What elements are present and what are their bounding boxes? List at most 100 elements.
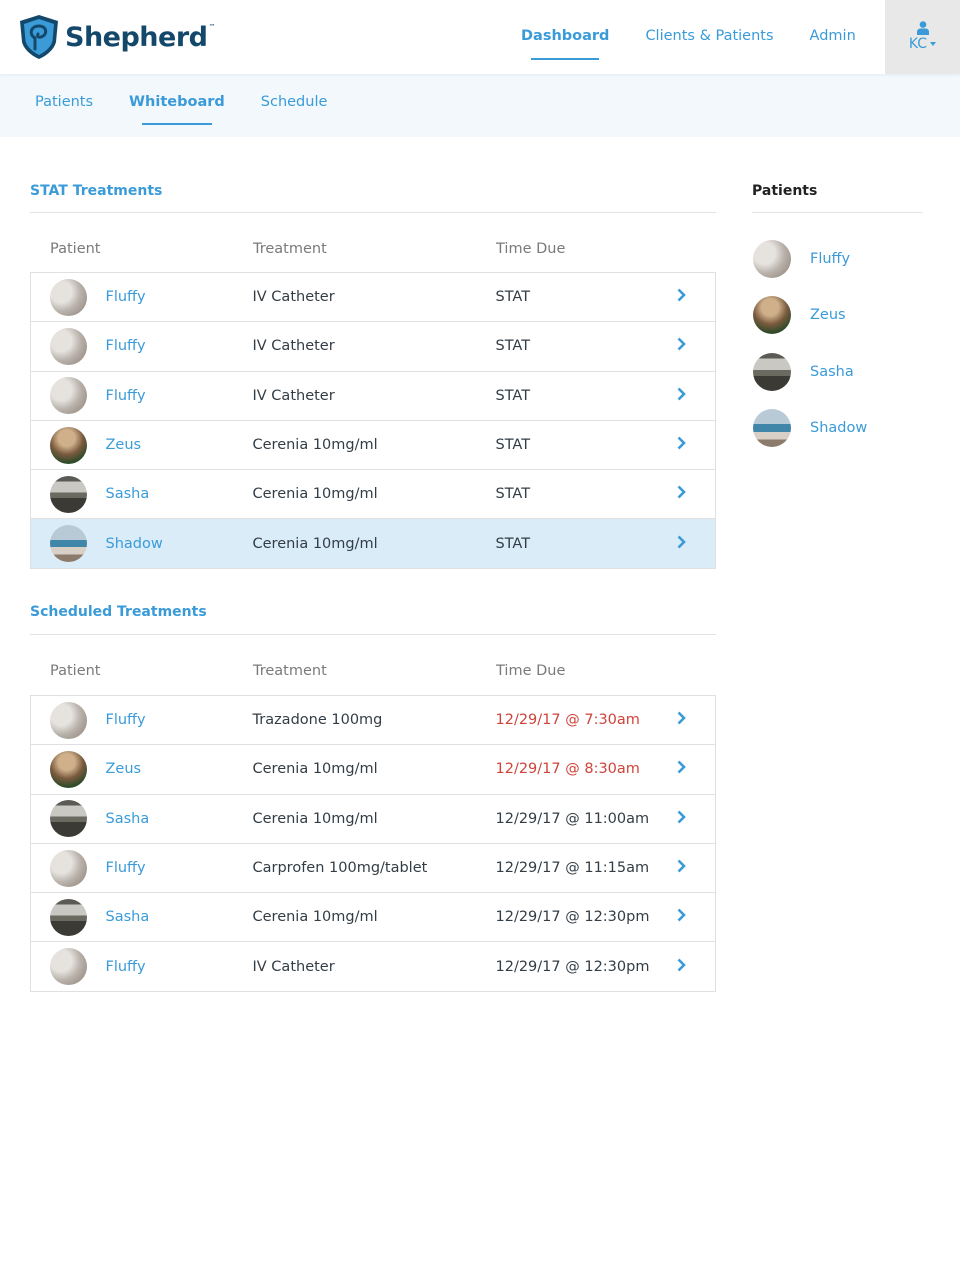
patient-link[interactable]: Fluffy (106, 860, 146, 876)
chevron-right-icon (677, 711, 686, 725)
table-row[interactable]: Fluffy IV Catheter STAT (30, 272, 716, 322)
patient-link[interactable]: Zeus (810, 307, 846, 323)
patient-link[interactable]: Zeus (106, 761, 142, 777)
table-row[interactable]: Zeus Cerenia 10mg/ml 12/29/17 @ 8:30am (30, 744, 716, 794)
col-header-patient: Patient (50, 663, 101, 679)
brand-name: Shepherd (65, 21, 208, 53)
sidebar-patients-title: Patients (752, 183, 818, 199)
row-open-button[interactable] (676, 893, 716, 942)
treatment-cell: IV Catheter (252, 387, 335, 404)
row-open-button[interactable] (676, 420, 716, 469)
row-open-button[interactable] (676, 794, 716, 843)
logo[interactable]: Shepherd ™ (18, 14, 215, 60)
row-open-button[interactable] (676, 519, 716, 568)
sidebar-patient-item[interactable]: Sasha (753, 344, 867, 400)
nav-clients-patients[interactable]: Clients & Patients (645, 28, 773, 44)
table-row[interactable]: Shadow Cerenia 10mg/ml STAT (30, 518, 716, 569)
time-due-cell: STAT (495, 338, 531, 355)
chevron-right-icon (677, 338, 686, 351)
chevron-right-icon (677, 908, 686, 922)
patient-link[interactable]: Shadow (810, 420, 867, 436)
nav-admin[interactable]: Admin (810, 28, 856, 44)
caret-down-icon (930, 42, 937, 46)
row-open-button[interactable] (676, 273, 716, 322)
table-row[interactable]: Sasha Cerenia 10mg/ml STAT (30, 469, 716, 519)
treatment-cell: IV Catheter (252, 958, 335, 975)
patient-avatar (50, 278, 87, 316)
table-row[interactable]: Fluffy Trazadone 100mg 12/29/17 @ 7:30am (30, 695, 716, 745)
patient-link[interactable]: Fluffy (810, 251, 850, 267)
table-row[interactable]: Fluffy IV Catheter STAT (30, 371, 716, 420)
patient-avatar (50, 849, 87, 887)
table-row[interactable]: Zeus Cerenia 10mg/ml STAT (30, 420, 716, 469)
row-open-button[interactable] (676, 843, 716, 892)
treatment-cell: IV Catheter (252, 338, 335, 355)
chevron-right-icon (677, 436, 686, 450)
chevron-right-icon (677, 288, 686, 302)
table-row[interactable]: Fluffy Carprofen 100mg/tablet 12/29/17 @ 1… (30, 843, 716, 892)
patient-avatar (753, 296, 791, 335)
time-due-cell: STAT (495, 535, 531, 552)
sidebar-patient-item[interactable]: Shadow (753, 400, 867, 456)
nav-dashboard[interactable]: Dashboard (521, 28, 609, 60)
time-due-cell: 12/29/17 @ 7:30am (495, 712, 640, 729)
patient-link[interactable]: Fluffy (106, 959, 146, 975)
patient-avatar (753, 409, 791, 448)
row-open-button[interactable] (676, 696, 716, 745)
sidebar-patient-item[interactable]: Fluffy (753, 231, 867, 287)
col-header-patient: Patient (50, 241, 101, 257)
stat-treatments-table: Fluffy IV Catheter STAT Fluffy IV Catheter ST… (30, 272, 716, 569)
patient-avatar (753, 240, 791, 279)
table-row[interactable]: Sasha Cerenia 10mg/ml 12/29/17 @ 11:00am (30, 794, 716, 843)
col-header-treatment: Treatment (253, 663, 327, 679)
treatment-cell: Cerenia 10mg/ml (252, 535, 378, 552)
patient-link[interactable]: Sasha (810, 364, 854, 380)
patient-link[interactable]: Fluffy (106, 289, 146, 305)
chevron-right-icon (677, 761, 686, 774)
time-due-cell: 12/29/17 @ 12:30pm (495, 909, 650, 926)
scheduled-treatments-table: Fluffy Trazadone 100mg 12/29/17 @ 7:30am Ze… (30, 695, 716, 992)
col-header-time-due: Time Due (496, 663, 566, 679)
treatment-cell: IV Catheter (252, 289, 335, 306)
divider (30, 634, 716, 635)
patient-link[interactable]: Sasha (106, 811, 150, 827)
row-open-button[interactable] (676, 942, 716, 991)
table-row[interactable]: Fluffy IV Catheter STAT (30, 321, 716, 371)
patient-avatar (50, 475, 87, 513)
sidebar-patient-list: Fluffy Zeus Sasha Shadow (753, 231, 867, 456)
col-header-time-due: Time Due (496, 241, 566, 257)
row-open-button[interactable] (676, 371, 716, 420)
table-row[interactable]: Sasha Cerenia 10mg/ml 12/29/17 @ 12:30pm (30, 892, 716, 942)
time-due-cell: STAT (495, 486, 531, 503)
patient-avatar (50, 426, 87, 464)
time-due-cell: STAT (495, 387, 531, 404)
patient-link[interactable]: Zeus (106, 437, 142, 453)
chevron-right-icon (677, 810, 686, 824)
patient-link[interactable]: Shadow (106, 536, 163, 552)
row-open-button[interactable] (676, 745, 716, 794)
row-open-button[interactable] (676, 322, 716, 371)
patient-link[interactable]: Fluffy (106, 712, 146, 728)
shepherd-shield-icon (20, 15, 58, 59)
subnav-whiteboard[interactable]: Whiteboard (129, 94, 225, 125)
sidebar-patient-item[interactable]: Zeus (753, 287, 867, 343)
patient-avatar (50, 750, 87, 788)
user-menu-button[interactable]: KC (885, 0, 960, 74)
patient-link[interactable]: Fluffy (106, 388, 146, 404)
patient-avatar (50, 898, 87, 936)
patient-link[interactable]: Sasha (106, 486, 150, 502)
treatment-cell: Cerenia 10mg/ml (252, 486, 378, 503)
treatment-cell: Cerenia 10mg/ml (252, 909, 378, 926)
treatment-cell: Trazadone 100mg (252, 712, 383, 729)
subnav-schedule[interactable]: Schedule (261, 94, 328, 110)
patient-link[interactable]: Fluffy (106, 338, 146, 354)
user-initials: KC (908, 36, 928, 52)
chevron-right-icon (677, 485, 686, 499)
time-due-cell: STAT (495, 289, 531, 306)
patient-link[interactable]: Sasha (106, 909, 150, 925)
subnav-patients[interactable]: Patients (35, 94, 93, 110)
row-open-button[interactable] (676, 470, 716, 519)
table-row[interactable]: Fluffy IV Catheter 12/29/17 @ 12:30pm (30, 941, 716, 991)
stat-treatments-title: STAT Treatments (30, 183, 163, 199)
chevron-right-icon (677, 387, 686, 401)
